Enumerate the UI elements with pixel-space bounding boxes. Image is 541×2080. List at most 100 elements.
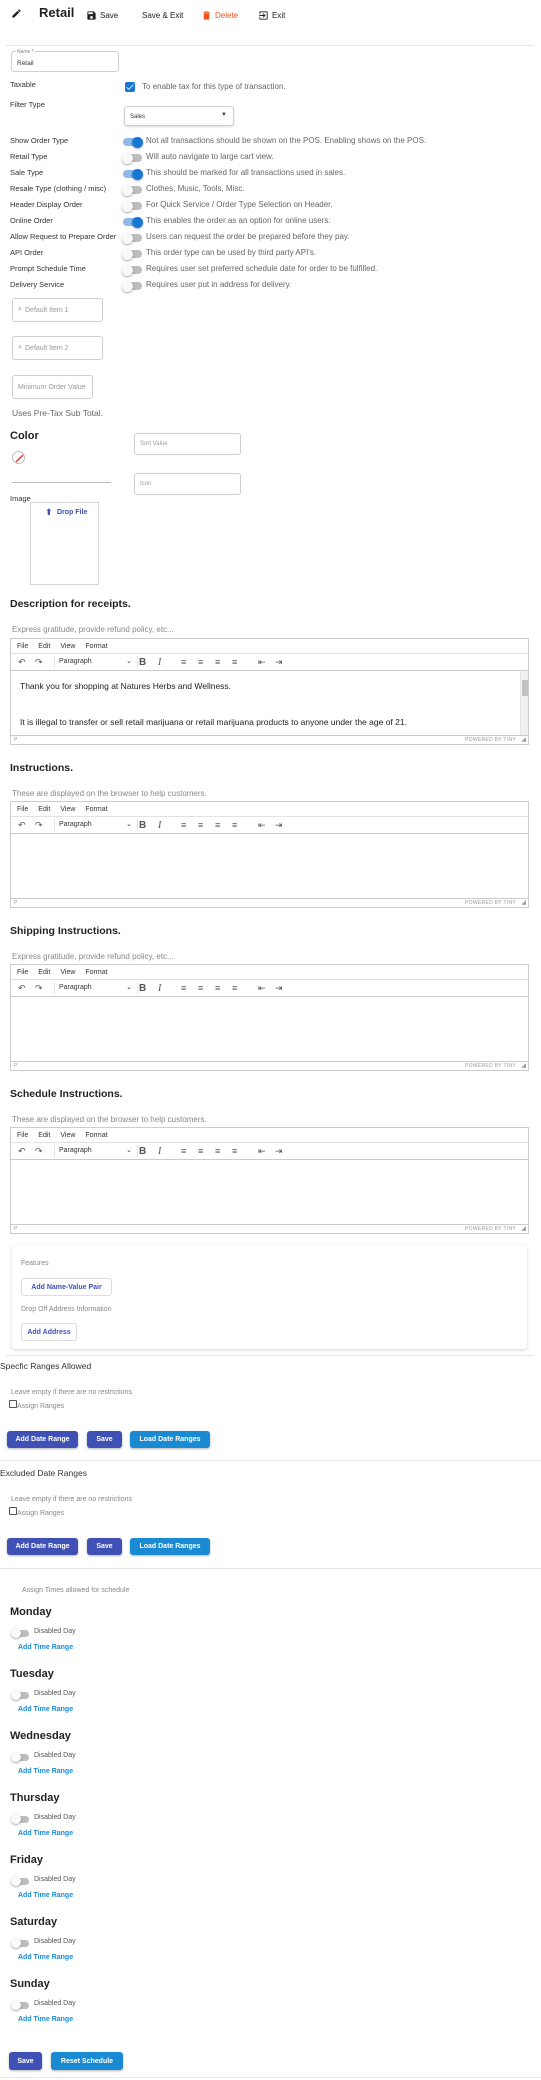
monday-toggle[interactable] [11, 1628, 29, 1638]
menu-file[interactable]: File [17, 1132, 28, 1139]
friday-toggle[interactable] [11, 1876, 29, 1886]
thursday-toggle[interactable] [11, 1814, 29, 1824]
indent-icon[interactable]: ⇥ [275, 658, 283, 667]
toggle-show-order-type[interactable] [123, 136, 143, 148]
tuesday-add-time-range[interactable]: Add Time Range [18, 1706, 73, 1713]
excluded-add-date-range-button[interactable]: Add Date Range [7, 1538, 78, 1555]
paragraph-select[interactable]: Paragraph ⌄ [54, 1145, 138, 1157]
align-right-icon[interactable]: ≡ [215, 821, 220, 830]
bold-icon[interactable]: B [139, 821, 146, 831]
saturday-add-time-range[interactable]: Add Time Range [18, 1954, 73, 1961]
undo-icon[interactable]: ↶ [18, 821, 26, 830]
color-picker-button[interactable] [12, 451, 25, 464]
menu-edit[interactable]: Edit [38, 1132, 50, 1139]
reset-schedule-button[interactable]: Reset Schedule [51, 2052, 123, 2070]
align-center-icon[interactable]: ≡ [198, 1147, 203, 1156]
menu-view[interactable]: View [60, 1132, 75, 1139]
friday-add-time-range[interactable]: Add Time Range [18, 1892, 73, 1899]
sort-value-input[interactable]: Sort Value [134, 433, 241, 455]
undo-icon[interactable]: ↶ [18, 658, 26, 667]
align-justify-icon[interactable]: ≡ [232, 658, 237, 667]
outdent-icon[interactable]: ⇤ [258, 984, 266, 993]
toggle-prompt-schedule[interactable] [122, 264, 142, 276]
undo-icon[interactable]: ↶ [18, 984, 26, 993]
redo-icon[interactable]: ↷ [35, 658, 43, 667]
menu-view[interactable]: View [60, 643, 75, 650]
indent-icon[interactable]: ⇥ [275, 984, 283, 993]
menu-format[interactable]: Format [85, 643, 107, 650]
filter-type-select[interactable]: Sales ▼ [124, 106, 234, 126]
toggle-retail-type[interactable] [122, 152, 142, 164]
resize-handle-icon[interactable]: ◢ [521, 1225, 526, 1232]
outdent-icon[interactable]: ⇤ [258, 821, 266, 830]
align-justify-icon[interactable]: ≡ [232, 821, 237, 830]
menu-file[interactable]: File [17, 969, 28, 976]
align-center-icon[interactable]: ≡ [198, 658, 203, 667]
schedule-editor-body[interactable] [11, 1160, 528, 1224]
schedule-save-button[interactable]: Save [9, 2052, 42, 2070]
italic-icon[interactable]: I [158, 1147, 161, 1157]
menu-edit[interactable]: Edit [38, 806, 50, 813]
redo-icon[interactable]: ↷ [35, 984, 43, 993]
receipts-editor-body[interactable]: Thank you for shopping at Natures Herbs … [11, 671, 528, 735]
name-field[interactable]: Name * Retail [11, 49, 119, 72]
resize-handle-icon[interactable]: ◢ [521, 1062, 526, 1069]
align-right-icon[interactable]: ≡ [215, 1147, 220, 1156]
saturday-toggle[interactable] [11, 1938, 29, 1948]
undo-icon[interactable]: ↶ [18, 1147, 26, 1156]
save-exit-button[interactable]: Save & Exit [142, 8, 183, 22]
align-justify-icon[interactable]: ≡ [232, 984, 237, 993]
specific-save-button[interactable]: Save [87, 1431, 122, 1448]
align-right-icon[interactable]: ≡ [215, 658, 220, 667]
toggle-api-order[interactable] [122, 248, 142, 260]
default-item-1-input[interactable]: ⌕ Default Item 1 [12, 298, 103, 322]
outdent-icon[interactable]: ⇤ [258, 1147, 266, 1156]
resize-handle-icon[interactable]: ◢ [521, 899, 526, 906]
menu-file[interactable]: File [17, 806, 28, 813]
default-item-2-input[interactable]: ⌕ Default Item 2 [12, 336, 103, 360]
paragraph-select[interactable]: Paragraph ⌄ [54, 819, 138, 831]
resize-handle-icon[interactable]: ◢ [521, 736, 526, 743]
tuesday-toggle[interactable] [11, 1690, 29, 1700]
align-left-icon[interactable]: ≡ [181, 1147, 186, 1156]
italic-icon[interactable]: I [158, 658, 161, 668]
menu-edit[interactable]: Edit [38, 969, 50, 976]
align-center-icon[interactable]: ≡ [198, 984, 203, 993]
menu-format[interactable]: Format [85, 1132, 107, 1139]
indent-icon[interactable]: ⇥ [275, 1147, 283, 1156]
exit-button[interactable]: Exit [258, 8, 285, 22]
schedule-editor[interactable]: File Edit View Format ↶ ↷ Paragraph ⌄ B I… [10, 1127, 529, 1234]
specific-assign-checkbox[interactable] [9, 1400, 17, 1408]
menu-format[interactable]: Format [85, 969, 107, 976]
sunday-add-time-range[interactable]: Add Time Range [18, 2016, 73, 2023]
thursday-add-time-range[interactable]: Add Time Range [18, 1830, 73, 1837]
specific-add-date-range-button[interactable]: Add Date Range [7, 1431, 78, 1448]
toggle-delivery-service[interactable] [122, 280, 142, 292]
monday-add-time-range[interactable]: Add Time Range [18, 1644, 73, 1651]
excluded-assign-checkbox[interactable] [9, 1507, 17, 1515]
instructions-editor-body[interactable] [11, 834, 528, 898]
menu-view[interactable]: View [60, 969, 75, 976]
menu-file[interactable]: File [17, 643, 28, 650]
redo-icon[interactable]: ↷ [35, 1147, 43, 1156]
paragraph-select[interactable]: Paragraph ⌄ [54, 982, 138, 994]
outdent-icon[interactable]: ⇤ [258, 658, 266, 667]
shipping-editor-body[interactable] [11, 997, 528, 1061]
align-center-icon[interactable]: ≡ [198, 821, 203, 830]
taxable-checkbox[interactable] [125, 82, 135, 92]
toggle-header-display-order[interactable] [122, 200, 142, 212]
min-order-value-input[interactable]: Minimum Order Value [12, 375, 93, 399]
italic-icon[interactable]: I [158, 821, 161, 831]
paragraph-select[interactable]: Paragraph ⌄ [54, 656, 138, 668]
add-address-button[interactable]: Add Address [21, 1323, 77, 1341]
menu-view[interactable]: View [60, 806, 75, 813]
specific-load-date-ranges-button[interactable]: Load Date Ranges [130, 1431, 210, 1448]
toggle-sale-type[interactable] [123, 168, 143, 180]
excluded-save-button[interactable]: Save [87, 1538, 122, 1555]
bold-icon[interactable]: B [139, 1147, 146, 1157]
editor-scrollbar[interactable] [520, 671, 528, 735]
sunday-toggle[interactable] [11, 2000, 29, 2010]
save-button[interactable]: Save [86, 8, 118, 22]
indent-icon[interactable]: ⇥ [275, 821, 283, 830]
bold-icon[interactable]: B [139, 658, 146, 668]
